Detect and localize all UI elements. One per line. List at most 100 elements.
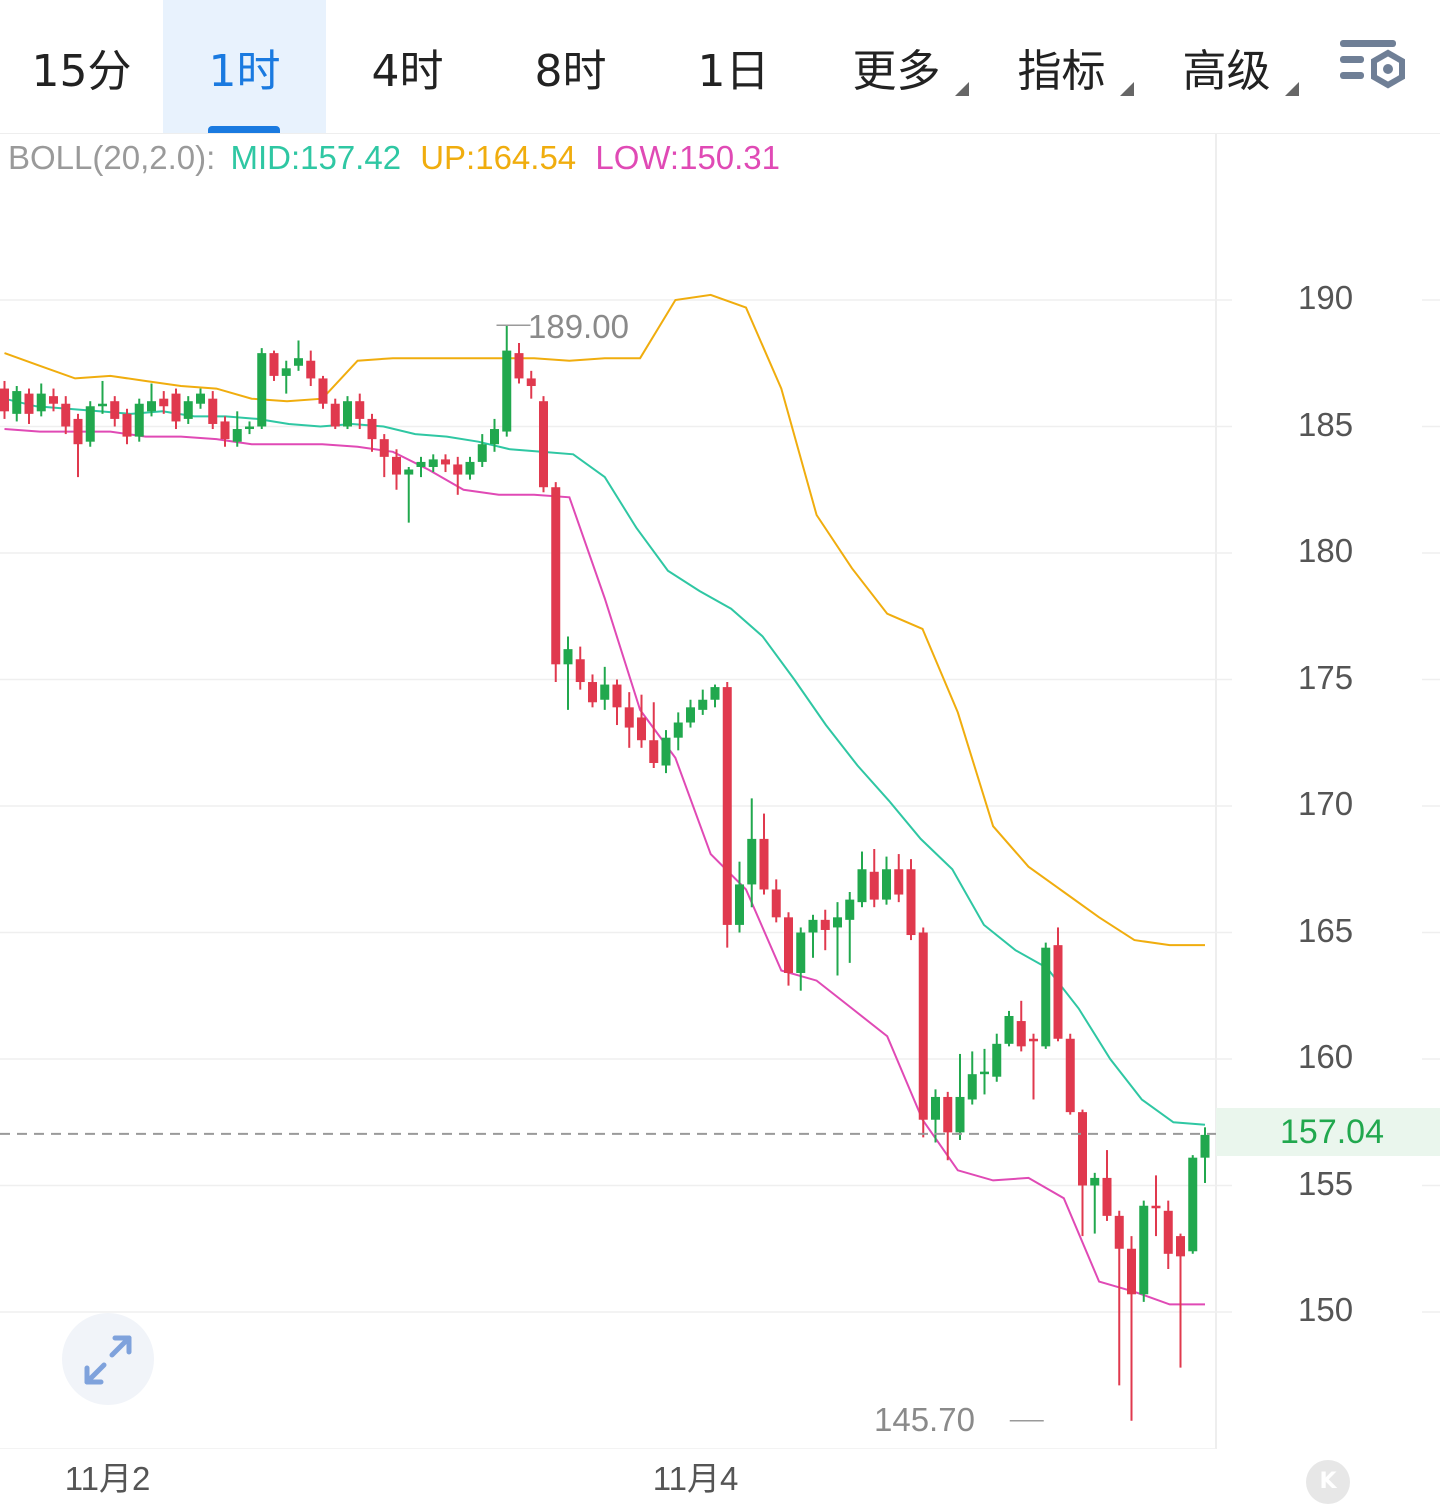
tab-1[interactable]: 1时 [163, 0, 326, 133]
candle-body [404, 469, 414, 475]
candle-body [171, 393, 181, 422]
candle-body [1041, 947, 1051, 1047]
candle-body [673, 722, 683, 738]
time-tick-label: 11月4 [652, 1460, 739, 1497]
price-tick-label: 190 [1298, 279, 1354, 316]
candle-body [624, 707, 634, 728]
tab-0[interactable]: 15分 [0, 0, 163, 133]
candle-body [833, 917, 842, 928]
k-badge-icon[interactable]: K [1306, 1460, 1350, 1504]
candle-body [600, 684, 610, 700]
candle-body [502, 350, 512, 432]
candle-body [49, 396, 58, 404]
current-price-tag: 157.04 [1216, 1108, 1440, 1156]
candle-body [710, 687, 720, 700]
candle-body [1102, 1177, 1112, 1216]
candle-body [379, 439, 389, 457]
price-tick-label: 185 [1298, 405, 1354, 443]
tab-7[interactable]: 高级 [1145, 0, 1308, 133]
candle-body [1139, 1205, 1149, 1295]
candle-body [36, 393, 46, 412]
candle-body [698, 699, 708, 710]
candle-body [232, 429, 242, 442]
candle-body [269, 353, 279, 376]
candle-body [183, 401, 193, 419]
candle-body [784, 917, 793, 973]
candle-body [1163, 1210, 1173, 1254]
price-tick-label: 165 [1298, 911, 1354, 949]
candle-body [1004, 1015, 1014, 1044]
candle-body [1065, 1038, 1075, 1113]
candle-body [686, 707, 695, 723]
active-tab-indicator [208, 126, 280, 133]
candle-body [943, 1096, 953, 1133]
price-tick-label: 150 [1298, 1291, 1354, 1328]
candle-body [490, 429, 499, 445]
time-tick-label: 11月2 [64, 1460, 151, 1497]
candle-body [110, 401, 120, 419]
candle-body [441, 459, 450, 465]
candle-body [196, 393, 205, 404]
tab-label: 1日 [697, 45, 770, 97]
candle-body [661, 737, 671, 766]
price-tick-label: 175 [1298, 658, 1354, 696]
candle-body [294, 358, 303, 366]
candle-body [61, 403, 71, 427]
chart-settings-icon[interactable] [1336, 34, 1410, 100]
candle-body [477, 444, 487, 462]
candle-body [122, 413, 132, 437]
candle-body [24, 393, 34, 414]
candle-body [220, 421, 230, 440]
candle-body [465, 461, 475, 475]
candle-body [1176, 1236, 1185, 1257]
candle-body [1078, 1112, 1087, 1186]
candle-body [759, 838, 769, 890]
candle-body [257, 353, 267, 427]
candle-body [992, 1043, 1002, 1077]
candle-body [428, 459, 438, 467]
candle-body [453, 464, 463, 475]
candle-body [134, 403, 144, 437]
candle-body [820, 919, 830, 930]
candle-body [330, 403, 340, 427]
candle-body [318, 378, 328, 404]
candle-body [845, 899, 855, 920]
candle-body [967, 1074, 977, 1100]
expand-arrows-icon[interactable] [62, 1313, 154, 1405]
candle-body [771, 889, 781, 918]
tab-5[interactable]: 更多 [815, 0, 978, 133]
candle-body [1053, 945, 1063, 1039]
candle-body [637, 717, 646, 741]
price-tick-label: 180 [1298, 532, 1354, 569]
candle-body [416, 461, 426, 467]
candle-body [563, 649, 573, 665]
candlestick-chart[interactable] [0, 133, 1440, 1449]
candle-body [747, 838, 757, 885]
candle-body [539, 401, 548, 488]
dropdown-caret-icon [955, 82, 969, 96]
candle-body [796, 932, 806, 973]
candle-body [0, 388, 9, 412]
tab-2[interactable]: 4时 [326, 0, 489, 133]
tab-6[interactable]: 指标 [980, 0, 1143, 133]
candle-body [98, 403, 107, 407]
candle-body [514, 353, 524, 379]
candle-body [526, 378, 536, 387]
price-tick-label: 170 [1298, 785, 1354, 822]
candle-body [245, 426, 254, 430]
boll-mid-band [4, 397, 1206, 1126]
high-price-annotation: 189.00 [528, 308, 629, 345]
tab-label: 4时 [371, 45, 444, 97]
tab-4[interactable]: 1日 [652, 0, 815, 133]
dropdown-caret-icon [1285, 82, 1299, 96]
candle-body [649, 740, 659, 763]
tab-3[interactable]: 8时 [489, 0, 652, 133]
candle-body [12, 391, 22, 414]
candle-body [1029, 1038, 1038, 1042]
candle-body [1200, 1134, 1210, 1158]
price-tick-label: 160 [1298, 1038, 1354, 1075]
candle-body [980, 1071, 989, 1075]
tab-label: 8时 [534, 45, 607, 97]
candle-body [894, 869, 904, 895]
dropdown-caret-icon [1120, 82, 1134, 96]
